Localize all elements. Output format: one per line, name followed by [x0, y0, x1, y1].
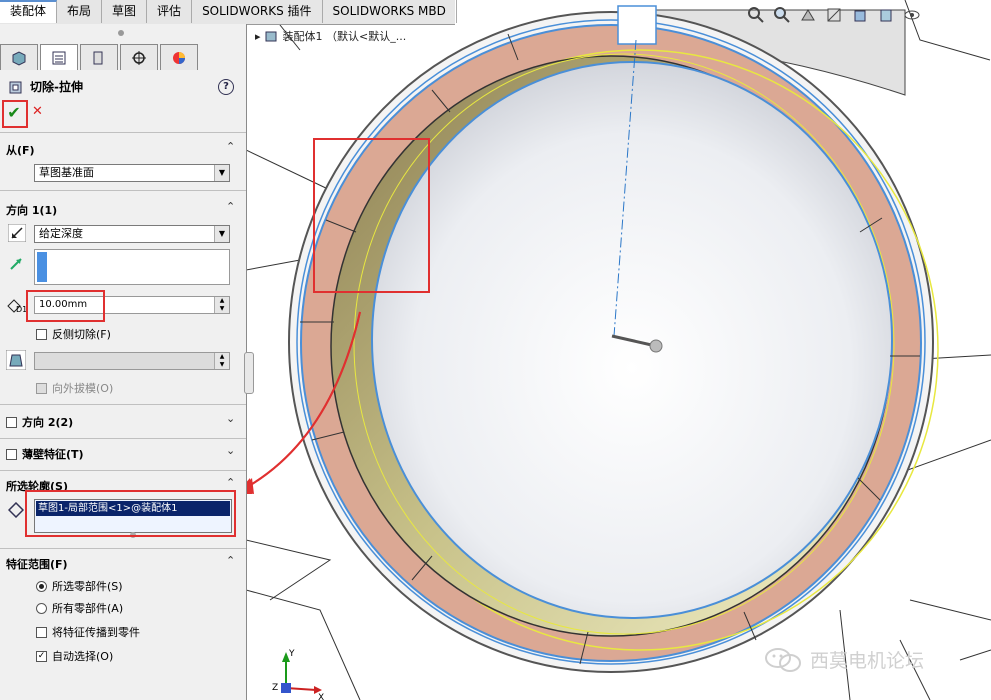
direction2-label: 方向 2(2) [22, 416, 74, 429]
axis-triad [281, 652, 322, 694]
chevron-down-icon[interactable]: ⌄ [226, 444, 235, 457]
chevron-up-icon[interactable]: ⌃ [226, 554, 235, 567]
heads-up-view-toolbar [740, 0, 991, 30]
annotation-box-depth [26, 290, 105, 322]
checkbox-box [36, 382, 47, 394]
direction1-header[interactable]: 方向 1(1) [6, 202, 57, 218]
svg-text:Y: Y [288, 649, 295, 659]
expand-arrow-icon[interactable]: ▸ [255, 30, 261, 43]
cancel-button[interactable]: ✕ [32, 104, 43, 119]
from-select-value: 草图基准面 [39, 166, 94, 179]
display-manager-icon[interactable] [160, 44, 198, 70]
tab-assembly[interactable]: 装配体 [0, 0, 58, 23]
feature-tree-flyout[interactable]: ▸ 装配体1 （默认<默认_... [255, 28, 406, 44]
configuration-manager-icon[interactable] [80, 44, 118, 70]
tab-layout[interactable]: 布局 [57, 0, 103, 23]
annotation-box-ok [2, 100, 28, 128]
previous-view-icon[interactable] [798, 5, 818, 25]
direction-reference-box[interactable] [34, 249, 230, 285]
feature-title-text: 切除-拉伸 [30, 80, 83, 94]
panel-grip[interactable] [118, 30, 124, 36]
cut-extrude-icon [9, 81, 22, 93]
tree-label: 装配体1 （默认<默认_... [282, 30, 407, 43]
draft-outward-label: 向外拔模(O) [52, 382, 114, 395]
auto-select-checkbox[interactable]: ✓ 自动选择(O) [36, 648, 113, 664]
end-condition-select[interactable]: 给定深度 ▼ [34, 225, 230, 243]
chevron-down-icon[interactable]: ⌄ [226, 412, 235, 425]
zoom-fit-icon[interactable] [746, 5, 766, 25]
graphics-area[interactable]: Z Y X [246, 0, 991, 700]
radio-dot [36, 580, 47, 592]
chevron-up-icon[interactable]: ⌃ [226, 200, 235, 213]
selection-color-swatch [37, 252, 47, 282]
propagate-label: 将特征传播到零件 [52, 626, 140, 639]
dimxpert-icon[interactable] [120, 44, 158, 70]
checkbox-box [6, 416, 17, 428]
annotation-box-graphics [313, 138, 430, 293]
tab-sketch[interactable]: 草图 [102, 0, 148, 23]
direction2-checkbox[interactable]: 方向 2(2) [6, 414, 73, 430]
radio-dot [36, 602, 47, 614]
draft-icon[interactable] [5, 349, 27, 371]
panel-splitter-handle[interactable] [244, 352, 254, 394]
checkbox-box: ✓ [36, 650, 47, 662]
zoom-area-icon[interactable] [772, 5, 792, 25]
view-orientation-icon[interactable] [850, 5, 870, 25]
flip-side-checkbox[interactable]: 反侧切除(F) [36, 326, 111, 342]
property-manager-icon[interactable] [40, 44, 78, 70]
selected-components-radio[interactable]: 所选零部件(S) [36, 578, 123, 594]
propagate-checkbox[interactable]: 将特征传播到零件 [36, 624, 140, 640]
dropdown-arrow-icon[interactable]: ▼ [214, 226, 229, 242]
from-select[interactable]: 草图基准面 ▼ [34, 164, 230, 182]
contour-icon [7, 501, 25, 519]
flip-side-label: 反侧切除(F) [52, 328, 111, 341]
svg-text:X: X [318, 693, 324, 700]
selected-components-label: 所选零部件(S) [52, 580, 123, 593]
direction-vector-icon [8, 256, 24, 272]
chevron-up-icon[interactable]: ⌃ [226, 476, 235, 489]
tab-solidworks-addins[interactable]: SOLIDWORKS 插件 [192, 0, 323, 23]
display-style-icon[interactable] [876, 5, 896, 25]
hide-show-icon[interactable] [902, 5, 922, 25]
assembly-icon [265, 31, 277, 42]
checkbox-box [36, 626, 47, 638]
spin-arrows-icon: ▲ ▼ [214, 353, 229, 369]
spin-arrows-icon[interactable]: ▲ ▼ [214, 297, 229, 313]
chevron-up-icon[interactable]: ⌃ [226, 140, 235, 153]
command-manager-tabs: 装配体 布局 草图 评估 SOLIDWORKS 插件 SOLIDWORKS MB… [0, 0, 457, 25]
auto-select-label: 自动选择(O) [52, 650, 114, 663]
tab-evaluate[interactable]: 评估 [147, 0, 193, 23]
feature-scope-header[interactable]: 特征范围(F) [6, 556, 68, 572]
from-header[interactable]: 从(F) [6, 142, 35, 158]
feature-manager-icon[interactable] [0, 44, 38, 70]
thin-feature-checkbox[interactable]: 薄壁特征(T) [6, 446, 84, 462]
feature-title: 切除-拉伸 [8, 78, 83, 95]
all-components-radio[interactable]: 所有零部件(A) [36, 600, 123, 616]
dropdown-arrow-icon[interactable]: ▼ [214, 165, 229, 181]
end-condition-value: 给定深度 [39, 227, 83, 240]
checkbox-box [6, 448, 17, 460]
svg-text:Z: Z [272, 683, 278, 693]
wechat-logo-icon [765, 647, 801, 672]
thin-feature-label: 薄壁特征(T) [22, 448, 84, 461]
draft-outward-checkbox: 向外拔模(O) [36, 380, 113, 396]
watermark: 西莫电机论坛 [764, 646, 924, 673]
all-components-label: 所有零部件(A) [52, 602, 124, 615]
tab-solidworks-mbd[interactable]: SOLIDWORKS MBD [323, 0, 457, 23]
annotation-box-profile [25, 490, 236, 537]
draft-angle-input: ▲ ▼ [34, 352, 230, 370]
checkbox-box [36, 328, 47, 340]
help-button[interactable]: ? [218, 79, 234, 95]
property-manager: 切除-拉伸 ? ✔ ✕ 从(F) ⌃ 草图基准面 ▼ 方向 1(1) ⌃ 给定深度… [0, 24, 247, 700]
watermark-text: 西莫电机论坛 [810, 650, 925, 672]
panel-tabs [0, 44, 200, 70]
section-view-icon[interactable] [824, 5, 844, 25]
reverse-direction-icon[interactable] [7, 223, 27, 243]
